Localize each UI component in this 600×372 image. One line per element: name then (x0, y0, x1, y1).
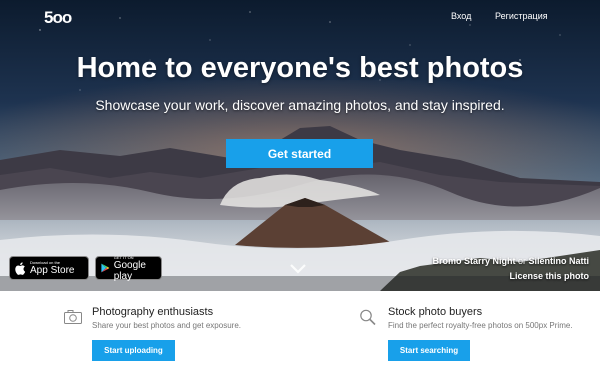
photo-title-link[interactable]: Bromo Starry Night (432, 256, 515, 266)
google-play-label: Google play (113, 259, 146, 282)
license-photo-link[interactable]: License this photo (432, 271, 589, 281)
chevron-down-icon[interactable] (289, 262, 307, 276)
feature-description: Share your best photos and get exposure. (92, 321, 241, 330)
hero-headline: Home to everyone's best photos (76, 52, 524, 84)
hero-section: 5oo Вход Регистрация Home to everyone's … (0, 0, 600, 291)
apple-icon (15, 261, 26, 275)
get-started-button[interactable]: Get started (226, 139, 373, 168)
register-link[interactable]: Регистрация (495, 11, 548, 21)
app-store-badge[interactable]: Download on the App Store (9, 256, 89, 280)
start-uploading-button[interactable]: Start uploading (92, 340, 175, 361)
photographer-link[interactable]: Silentino Natti (529, 256, 590, 266)
logo[interactable]: 5oo (44, 8, 72, 28)
feature-description: Find the perfect royalty-free photos on … (388, 321, 573, 330)
feature-title: Photography enthusiasts (92, 306, 214, 318)
start-searching-button[interactable]: Start searching (388, 340, 470, 361)
features-section: Photography enthusiasts Share your best … (0, 291, 600, 372)
app-store-label: App Store (30, 265, 75, 276)
photo-credit: Bromo Starry Night or Silentino Natti Li… (432, 256, 589, 281)
hero-subhead: Showcase your work, discover amazing pho… (95, 97, 505, 113)
credit-or: or (515, 256, 529, 266)
search-icon (360, 309, 376, 326)
camera-icon (64, 310, 82, 324)
feature-title: Stock photo buyers (388, 306, 483, 318)
google-play-icon (101, 263, 110, 273)
login-link[interactable]: Вход (451, 11, 471, 21)
google-play-badge[interactable]: GET IT ON Google play (95, 255, 162, 282)
